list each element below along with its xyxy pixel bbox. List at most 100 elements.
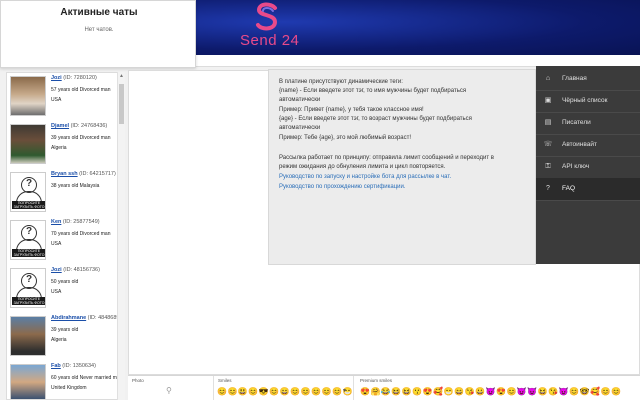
avatar[interactable] xyxy=(10,76,46,116)
avatar[interactable] xyxy=(10,124,46,164)
smiles-column: Smiles 😊😊😃😊😎😊😄😊😊😊😊😊😁 ▼ xyxy=(214,376,354,400)
user-country: Algeria xyxy=(51,145,67,151)
paperclip-icon[interactable]: ⚲ xyxy=(166,386,172,395)
composer-bar: Photo ⚲ Smiles 😊😊😃😊😎😊😄😊😊😊😊😊😁 ▼ Premium s… xyxy=(128,375,640,400)
avatar[interactable] xyxy=(10,316,46,356)
user-name-link[interactable]: Djamel xyxy=(51,123,69,129)
upload-photo-stamp: ПОПРОСИТЕ ЗАГРУЗИТЬ ФОТО xyxy=(12,249,45,257)
side-menu: ⌂ Главная ▣ Чёрный список ▤ Писатели ☏ Автоинва… xyxy=(536,66,640,264)
guide-bot-link[interactable]: Руководство по запуску и настройке бота … xyxy=(279,174,451,180)
logo-text: Send xyxy=(240,32,278,49)
menu-item-key[interactable]: ⚿ API ключ xyxy=(536,156,640,178)
info-line: Рассылка работает по принципу: отправила… xyxy=(279,155,494,161)
user-name[interactable]: Jozi (ID: 7280120) xyxy=(51,75,97,81)
user-name-link[interactable]: Ken xyxy=(51,219,61,225)
menu-item-home[interactable]: ⌂ Главная xyxy=(536,68,640,90)
menu-divider xyxy=(536,200,640,201)
user-name[interactable]: Jozi (ID: 48156736) xyxy=(51,267,100,273)
menu-item-user-block[interactable]: ▣ Чёрный список xyxy=(536,90,640,112)
user-block-icon: ▣ xyxy=(544,97,552,104)
faq-info-box: В платине присутствуют динамические теги… xyxy=(268,69,536,265)
menu-item-help[interactable]: ? FAQ xyxy=(536,178,640,200)
user-list-item[interactable]: Abdirahmane (ID: 48486899) 39 years old Al… xyxy=(7,313,123,361)
user-list-item[interactable]: ? ПОПРОСИТЕ ЗАГРУЗИТЬ ФОТО Bryan ssh (ID: … xyxy=(7,169,119,217)
info-line: режим ожидания до обнуления лимита и цик… xyxy=(279,164,446,170)
menu-item-label: Чёрный список xyxy=(562,97,608,104)
avatar[interactable]: ? ПОПРОСИТЕ ЗАГРУЗИТЬ ФОТО xyxy=(10,172,46,212)
menu-item-label: Писатели xyxy=(562,119,591,126)
user-name[interactable]: Fab (ID: 1350634) xyxy=(51,363,96,369)
user-id: (ID: 64215717) xyxy=(77,171,116,177)
app-root: Send 24 Активные чаты Нет чатов. Jozi (I… xyxy=(0,0,640,400)
info-line: автоматически xyxy=(279,125,321,131)
invite-icon: ☏ xyxy=(543,141,553,148)
premium-smiles-label: Premium smiles xyxy=(360,378,393,383)
user-country: USA xyxy=(51,97,62,103)
menu-item-label: Автоинвайт xyxy=(562,141,597,148)
user-name-link[interactable]: Abdirahmane xyxy=(51,315,86,321)
menu-item-label: FAQ xyxy=(562,185,576,192)
user-name[interactable]: Ken (ID: 25877549) xyxy=(51,219,100,225)
menu-item-writers[interactable]: ▤ Писатели xyxy=(536,112,640,134)
user-name-link[interactable]: Bryan ssh xyxy=(51,171,78,177)
user-id: (ID: 7280120) xyxy=(61,75,97,81)
home-icon: ⌂ xyxy=(545,75,551,82)
info-line: В платине присутствуют динамические теги… xyxy=(279,79,403,85)
menu-item-label: Главная xyxy=(562,75,587,82)
user-name[interactable]: Bryan ssh (ID: 64215717) xyxy=(51,171,116,177)
user-id: (ID: 1350634) xyxy=(60,363,96,369)
info-line: автоматически xyxy=(279,97,321,103)
premium-smiles-column: Premium smiles 😍🤗😂😆😆😗😍🥰😁😄😘😀😈😍😊😈😈😆😘😈😊🤓🥰😊😊 xyxy=(354,376,640,400)
help-icon: ? xyxy=(546,185,550,192)
user-name-link[interactable]: Fab xyxy=(51,363,61,369)
info-line: Пример: Тебе {age}, это мой любимый возр… xyxy=(279,135,412,141)
user-name-link[interactable]: Jozi xyxy=(51,75,62,81)
info-line: Пример: Привет {name}, у тебя такое клас… xyxy=(279,107,424,113)
logo-wordmark: Send 24 xyxy=(240,32,299,49)
user-id: (ID: 48156736) xyxy=(61,267,100,273)
user-list-item[interactable]: ? ПОПРОСИТЕ ЗАГРУЗИТЬ ФОТО Ken (ID: 258775… xyxy=(7,217,119,265)
photo-column[interactable]: Photo ⚲ xyxy=(128,376,214,400)
user-country: USA xyxy=(51,289,62,295)
scroll-up-icon[interactable]: ▲ xyxy=(119,73,124,79)
avatar[interactable]: ? ПОПРОСИТЕ ЗАГРУЗИТЬ ФОТО xyxy=(10,220,46,260)
user-list-scrollbar[interactable]: ▲ xyxy=(117,72,125,400)
user-list-item[interactable]: Fab (ID: 1350634) 60 years old Never marr… xyxy=(7,361,122,399)
user-list-item[interactable]: Djamel (ID: 24768436) 39 years old Divorc… xyxy=(7,121,119,169)
info-line: {age} - Если введете этот тэг, то возрас… xyxy=(279,116,472,122)
avatar[interactable]: ? ПОПРОСИТЕ ЗАГРУЗИТЬ ФОТО xyxy=(10,268,46,308)
user-country: United Kingdom xyxy=(51,385,87,391)
question-mark-icon: ? xyxy=(25,226,33,237)
user-list[interactable]: Jozi (ID: 7280120) 57 years old Divorced … xyxy=(6,72,124,400)
user-list-item[interactable]: ? ПОПРОСИТЕ ЗАГРУЗИТЬ ФОТО Jozi (ID: 48156… xyxy=(7,265,119,313)
user-age-status: 57 years old Divorced man xyxy=(51,87,111,93)
header-banner: Send 24 xyxy=(195,0,640,55)
smiles-row[interactable]: 😊😊😃😊😎😊😄😊😊😊😊😊😁 xyxy=(217,387,353,396)
user-country: USA xyxy=(51,241,62,247)
question-mark-icon: ? xyxy=(25,274,33,285)
menu-item-label: API ключ xyxy=(562,163,590,170)
user-name[interactable]: Abdirahmane (ID: 48486899) xyxy=(51,315,123,321)
active-chats-title: Активные чаты xyxy=(60,7,138,18)
chevron-down-icon[interactable]: ▼ xyxy=(342,388,347,394)
user-id: (ID: 24768436) xyxy=(69,123,108,129)
user-name[interactable]: Djamel (ID: 24768436) xyxy=(51,123,107,129)
user-age-status: 70 years old Divorced man xyxy=(51,231,111,237)
user-age-status: 38 years old Malaysia xyxy=(51,183,100,189)
user-list-item[interactable]: Jozi (ID: 7280120) 57 years old Divorced … xyxy=(7,73,119,121)
writers-icon: ▤ xyxy=(544,119,552,126)
question-mark-icon: ? xyxy=(25,178,33,189)
info-line: {name} - Если введете этот тэг, то имя м… xyxy=(279,88,467,94)
user-name-link[interactable]: Jozi xyxy=(51,267,62,273)
premium-smiles-row[interactable]: 😍🤗😂😆😆😗😍🥰😁😄😘😀😈😍😊😈😈😆😘😈😊🤓🥰😊😊 xyxy=(360,387,622,396)
key-icon: ⚿ xyxy=(545,163,551,170)
smiles-label: Smiles xyxy=(218,378,232,383)
avatar[interactable] xyxy=(10,364,46,399)
scrollbar-thumb[interactable] xyxy=(119,84,124,124)
guide-certification-link[interactable]: Руководство по прохождению сертификации. xyxy=(279,184,406,190)
upload-photo-stamp: ПОПРОСИТЕ ЗАГРУЗИТЬ ФОТО xyxy=(12,297,45,305)
user-age-status: 39 years old xyxy=(51,327,79,333)
logo-s-icon xyxy=(256,2,278,31)
upload-photo-stamp: ПОПРОСИТЕ ЗАГРУЗИТЬ ФОТО xyxy=(12,201,45,209)
menu-item-invite[interactable]: ☏ Автоинвайт xyxy=(536,134,640,156)
